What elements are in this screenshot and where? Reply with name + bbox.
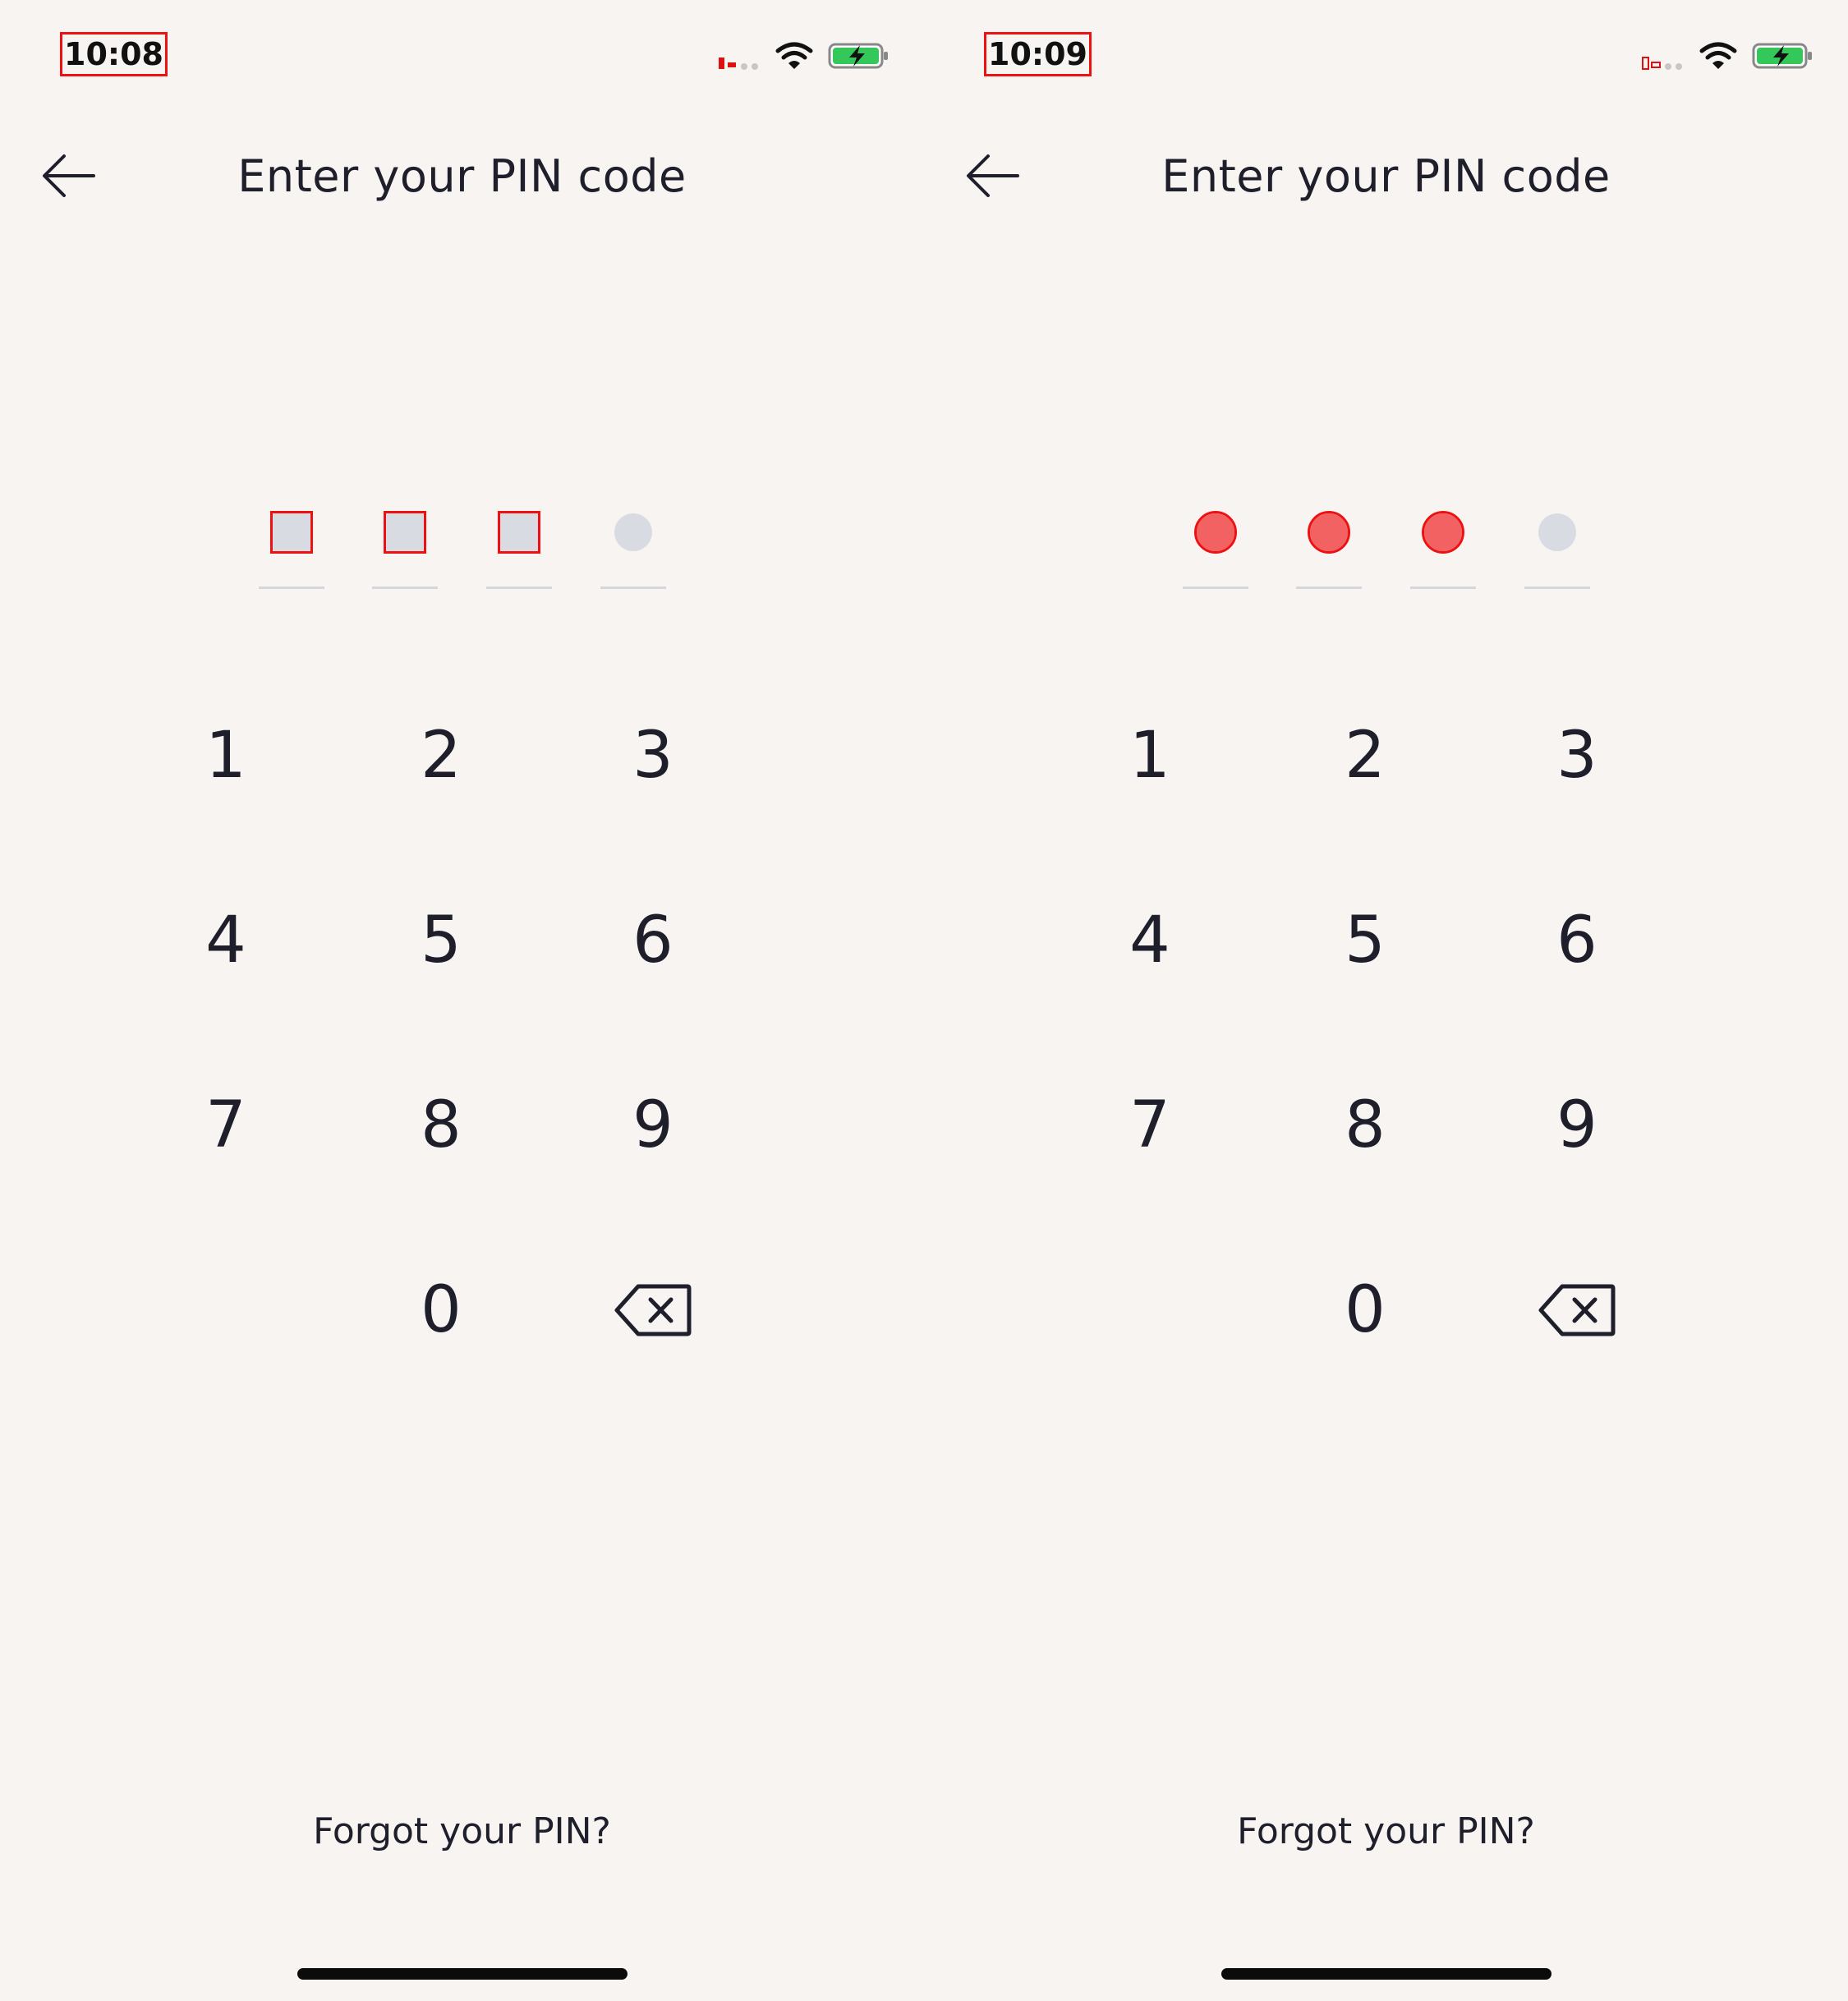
key-2[interactable]: 2 bbox=[359, 690, 523, 821]
pin-slot-2 bbox=[1296, 493, 1362, 591]
pin-dot-error bbox=[1194, 511, 1237, 554]
status-icons bbox=[715, 39, 890, 72]
key-8[interactable]: 8 bbox=[359, 1060, 523, 1191]
pin-dot-filled bbox=[270, 511, 313, 554]
pin-screen-left: 10:08 Enter your PIN code 1 2 3 4 5 6 7 … bbox=[0, 0, 924, 2001]
pin-dot-empty bbox=[1538, 513, 1576, 551]
key-4[interactable]: 4 bbox=[1068, 875, 1232, 1006]
key-1[interactable]: 1 bbox=[1068, 690, 1232, 821]
key-9[interactable]: 9 bbox=[571, 1060, 735, 1191]
pin-slot-3 bbox=[1410, 493, 1476, 591]
key-6[interactable]: 6 bbox=[1495, 875, 1659, 1006]
pin-dot-filled bbox=[384, 511, 426, 554]
key-0[interactable]: 0 bbox=[1283, 1244, 1447, 1376]
pin-underline bbox=[486, 586, 552, 589]
status-icons bbox=[1639, 39, 1814, 72]
key-7[interactable]: 7 bbox=[144, 1060, 308, 1191]
pin-slot-4 bbox=[1524, 493, 1590, 591]
pin-dot-error bbox=[1422, 511, 1464, 554]
pin-indicator bbox=[259, 493, 666, 591]
pin-slot-2 bbox=[372, 493, 438, 591]
battery-charging-icon bbox=[1752, 43, 1812, 69]
battery-charging-icon bbox=[828, 43, 888, 69]
cellular-signal-icon bbox=[719, 58, 758, 70]
pin-slot-1 bbox=[1183, 493, 1248, 591]
status-time: 10:09 bbox=[984, 32, 1092, 76]
key-2[interactable]: 2 bbox=[1283, 690, 1447, 821]
delete-button[interactable] bbox=[1495, 1244, 1659, 1376]
numeric-keypad: 1 2 3 4 5 6 7 8 9 0 bbox=[144, 690, 784, 1429]
status-time: 10:08 bbox=[60, 32, 168, 76]
key-5[interactable]: 5 bbox=[359, 875, 523, 1006]
comparison-canvas: 10:08 Enter your PIN code 1 2 3 4 5 6 7 … bbox=[0, 0, 1848, 2001]
pin-dot-error bbox=[1308, 511, 1350, 554]
key-1[interactable]: 1 bbox=[144, 690, 308, 821]
pin-indicator bbox=[1183, 493, 1590, 591]
forgot-pin-link[interactable]: Forgot your PIN? bbox=[0, 1803, 924, 1861]
key-9[interactable]: 9 bbox=[1495, 1060, 1659, 1191]
key-3[interactable]: 3 bbox=[571, 690, 735, 821]
wifi-icon bbox=[775, 42, 813, 69]
pin-screen-right: 10:09 Enter your PIN code 1 2 3 4 5 6 7 … bbox=[924, 0, 1848, 2001]
pin-slot-4 bbox=[600, 493, 666, 591]
numeric-keypad: 1 2 3 4 5 6 7 8 9 0 bbox=[1068, 690, 1708, 1429]
pin-dot-filled bbox=[498, 511, 540, 554]
key-4[interactable]: 4 bbox=[144, 875, 308, 1006]
backspace-icon bbox=[614, 1284, 692, 1336]
key-3[interactable]: 3 bbox=[1495, 690, 1659, 821]
key-0[interactable]: 0 bbox=[359, 1244, 523, 1376]
pin-underline bbox=[600, 586, 666, 589]
cellular-signal-icon bbox=[1642, 57, 1682, 70]
status-bar: 10:09 bbox=[924, 32, 1848, 77]
pin-underline bbox=[1296, 586, 1362, 589]
wifi-icon bbox=[1699, 42, 1737, 69]
key-8[interactable]: 8 bbox=[1283, 1060, 1447, 1191]
pin-underline bbox=[1410, 586, 1476, 589]
pin-underline bbox=[1524, 586, 1590, 589]
pin-underline bbox=[372, 586, 438, 589]
backspace-icon bbox=[1538, 1284, 1616, 1336]
page-title: Enter your PIN code bbox=[237, 150, 687, 202]
key-5[interactable]: 5 bbox=[1283, 875, 1447, 1006]
page-title: Enter your PIN code bbox=[1161, 150, 1611, 202]
key-7[interactable]: 7 bbox=[1068, 1060, 1232, 1191]
home-indicator[interactable] bbox=[1221, 1968, 1551, 1980]
pin-underline bbox=[1183, 586, 1248, 589]
forgot-pin-link[interactable]: Forgot your PIN? bbox=[924, 1803, 1848, 1861]
delete-button[interactable] bbox=[571, 1244, 735, 1376]
key-6[interactable]: 6 bbox=[571, 875, 735, 1006]
home-indicator[interactable] bbox=[297, 1968, 627, 1980]
status-bar: 10:08 bbox=[0, 32, 924, 77]
pin-slot-3 bbox=[486, 493, 552, 591]
pin-underline bbox=[259, 586, 324, 589]
pin-slot-1 bbox=[259, 493, 324, 591]
pin-dot-empty bbox=[614, 513, 652, 551]
